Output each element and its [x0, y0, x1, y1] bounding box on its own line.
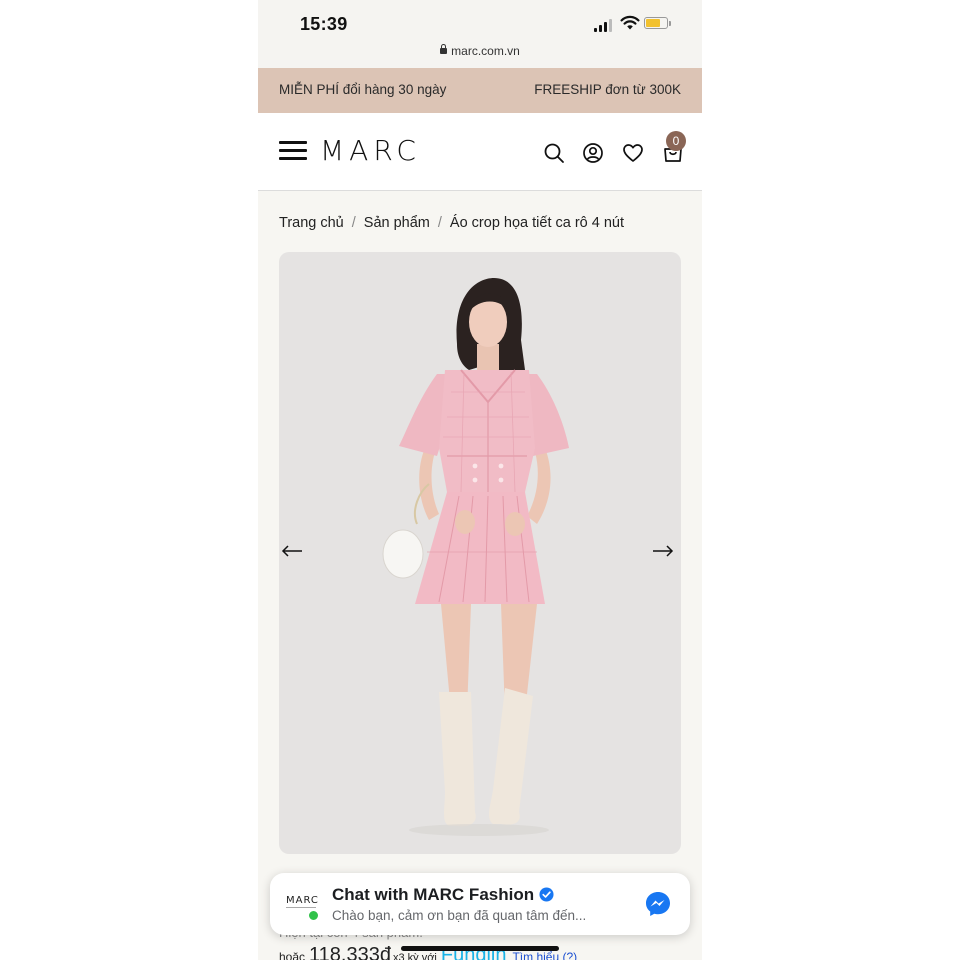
breadcrumb: Trang chủ / Sản phẩm / Áo crop họa tiết ca r… — [279, 215, 624, 231]
breadcrumb-products[interactable]: Sản phẩm — [364, 215, 430, 231]
online-status-dot — [308, 910, 319, 921]
menu-icon[interactable] — [279, 141, 307, 161]
chat-title: Chat with MARC Fashion — [332, 885, 535, 904]
learn-more-link[interactable]: Tìm hiểu (?) — [512, 950, 577, 960]
messenger-chat-widget[interactable]: MARC Chat with MARC Fashion Chào bạn, cả… — [270, 873, 690, 935]
chat-avatar-text: MARC — [286, 895, 319, 906]
breadcrumb-separator: / — [351, 215, 356, 231]
heart-icon[interactable] — [621, 141, 645, 165]
installment-suffix: x3 kỳ với — [392, 952, 437, 960]
address-bar[interactable]: marc.com.vn — [258, 44, 702, 58]
status-bar: 15:39 marc.com.vn — [258, 0, 702, 68]
verified-badge-icon — [539, 887, 554, 902]
chat-subtitle: Chào bạn, cảm ơn bạn đã quan tâm đến... — [332, 908, 587, 923]
site-logo[interactable]: MARC — [320, 134, 421, 167]
cellular-signal-icon — [594, 18, 614, 32]
promo-exchange-text: MIỄN PHÍ đổi hàng 30 ngày — [279, 82, 447, 97]
promo-bar: MIỄN PHÍ đổi hàng 30 ngày FREESHIP đơn t… — [258, 68, 702, 113]
product-image[interactable] — [279, 252, 681, 854]
site-header: MARC 0 — [258, 113, 702, 191]
installment-price: 118.333đ — [309, 944, 391, 960]
home-indicator — [401, 946, 559, 951]
lock-icon — [440, 44, 448, 54]
breadcrumb-separator: / — [437, 215, 442, 231]
search-icon[interactable] — [542, 141, 566, 165]
cart-count-badge: 0 — [666, 131, 686, 151]
address-url: marc.com.vn — [451, 44, 520, 58]
messenger-icon[interactable] — [644, 890, 672, 918]
status-time: 15:39 — [300, 14, 348, 34]
breadcrumb-current: Áo crop họa tiết ca rô 4 nút — [449, 215, 625, 231]
phone-screen: 15:39 marc.com.vn MIỄN PHÍ đổi hàng 30 n… — [258, 0, 702, 960]
installment-or-label: hoặc — [279, 950, 306, 960]
promo-freeship-text: FREESHIP đơn từ 300K — [534, 82, 681, 97]
breadcrumb-home[interactable]: Trang chủ — [279, 215, 344, 231]
arrow-right-icon[interactable] — [652, 544, 674, 558]
wifi-icon — [620, 15, 640, 30]
product-photo — [382, 278, 569, 836]
battery-icon — [644, 17, 668, 29]
arrow-left-icon[interactable] — [281, 544, 303, 558]
account-icon[interactable] — [581, 141, 605, 165]
